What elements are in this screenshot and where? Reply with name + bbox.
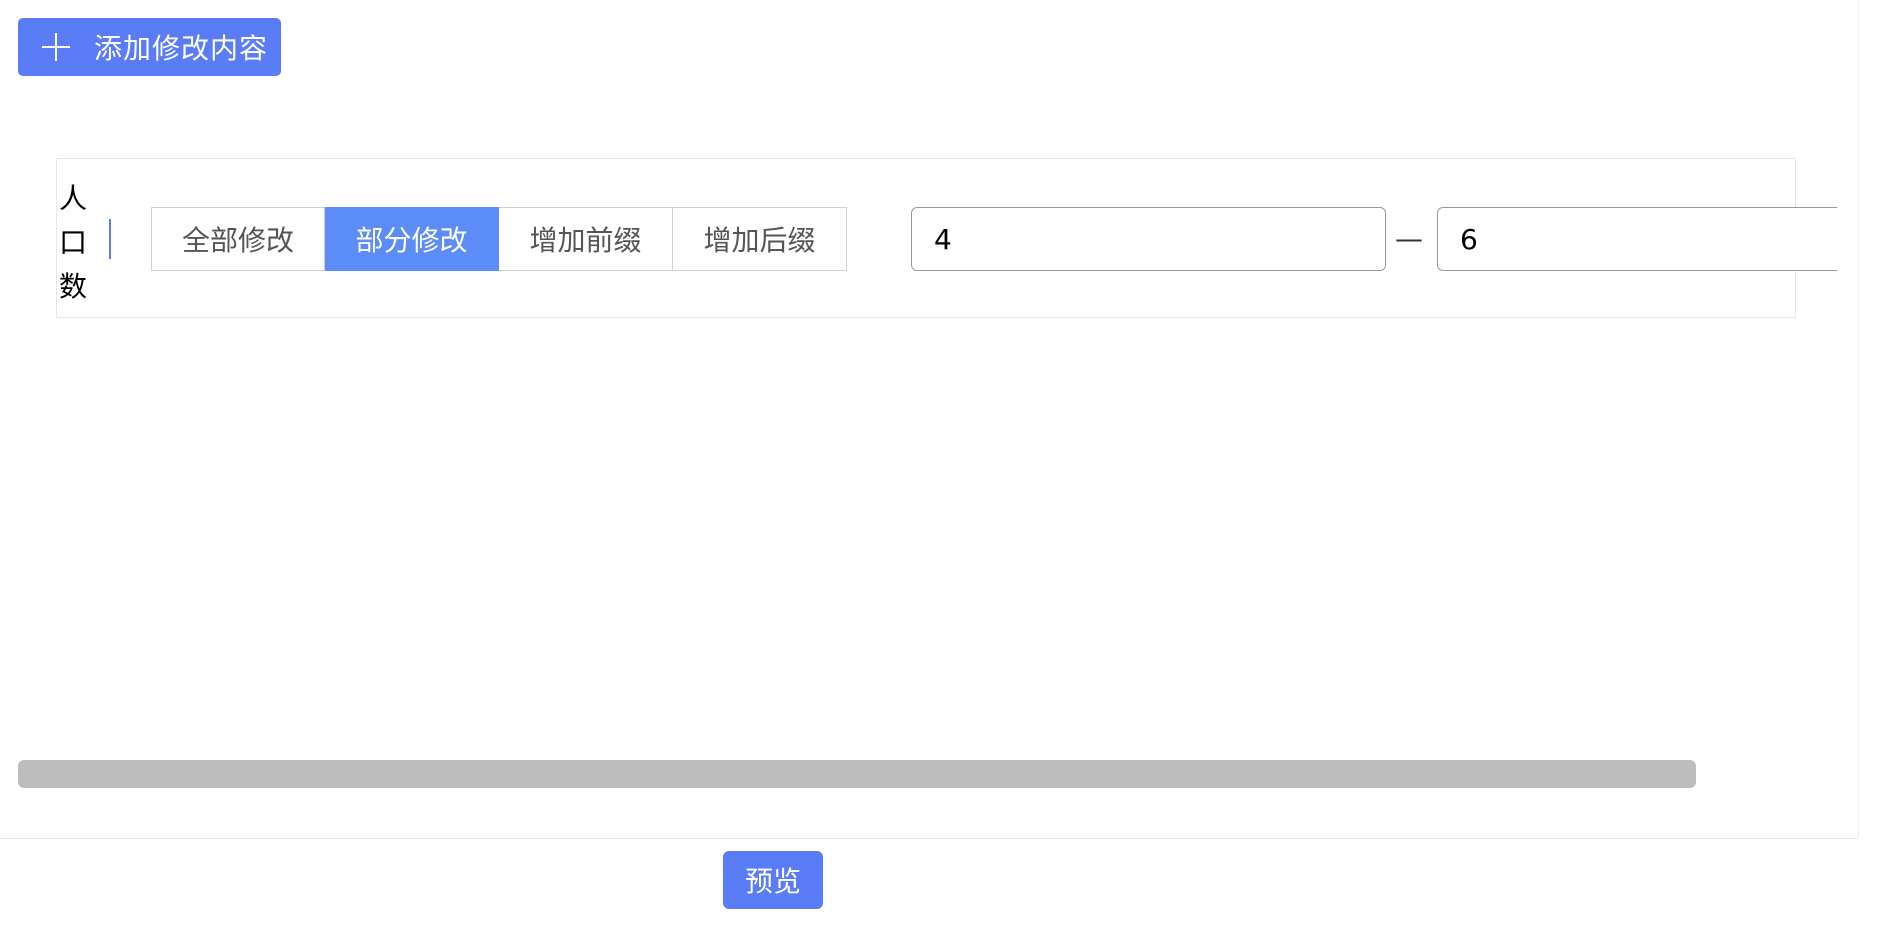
add-modification-label: 添加修改内容 [94,32,269,65]
range-separator: — [1395,222,1423,255]
plus-icon [42,33,70,61]
page: 添加修改内容 人 口 数 全部修改 部分修改 增加前缀 增加后缀 — 预览 [0,0,1889,931]
right-divider [1858,0,1859,838]
mode-replace-all-button[interactable]: 全部修改 [151,207,325,271]
range-from-input[interactable] [911,207,1386,271]
field-label: 人 口 数 [59,177,89,309]
field-label-char: 口 [59,226,88,259]
mode-replace-partial-button[interactable]: 部分修改 [325,207,499,271]
mode-add-suffix-button[interactable]: 增加后缀 [673,207,847,271]
field-label-char: 数 [59,270,88,303]
add-modification-button[interactable]: 添加修改内容 [18,18,281,76]
mode-segmented-control: 全部修改 部分修改 增加前缀 增加后缀 [151,207,847,271]
edit-row-card: 人 口 数 全部修改 部分修改 增加前缀 增加后缀 — [56,158,1837,318]
mode-add-prefix-button[interactable]: 增加前缀 [499,207,673,271]
range-to-input[interactable] [1437,207,1837,271]
field-label-char: 人 [59,182,88,215]
footer-divider [0,838,1858,839]
horizontal-scrollbar[interactable] [18,760,1696,788]
text-caret [109,219,111,259]
preview-button[interactable]: 预览 [723,851,823,909]
